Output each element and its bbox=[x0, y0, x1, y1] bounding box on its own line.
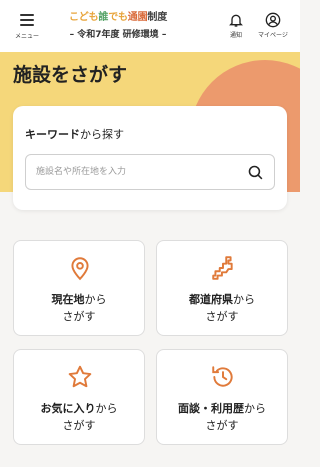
map-region-icon bbox=[212, 256, 233, 280]
page-title: 施設をさがす bbox=[13, 64, 128, 86]
mypage-label: マイページ bbox=[258, 32, 288, 39]
menu-label: メニュー bbox=[14, 33, 39, 40]
logo-text: こども誰でも通園制度 bbox=[68, 12, 168, 23]
search-by-current-location[interactable]: 現在地から さがす bbox=[13, 240, 145, 336]
search-icon[interactable] bbox=[247, 164, 264, 181]
notification-button[interactable]: 通知 bbox=[221, 12, 251, 42]
search-by-favorites[interactable]: お気に入りから さがす bbox=[13, 349, 145, 445]
notify-label: 通知 bbox=[229, 32, 242, 39]
keyword-search-card: キーワードから探す bbox=[13, 106, 287, 210]
environment-subtitle: – 令和7年度 研修環境 – bbox=[69, 30, 167, 40]
search-box[interactable] bbox=[25, 154, 275, 190]
user-circle-icon bbox=[265, 12, 281, 28]
bottom-spacer bbox=[0, 452, 300, 467]
search-input[interactable] bbox=[36, 163, 236, 181]
bell-icon bbox=[229, 14, 243, 27]
search-heading: キーワードから探す bbox=[25, 128, 124, 141]
mypage-button[interactable]: マイページ bbox=[258, 12, 288, 42]
menu-button[interactable]: メニュー bbox=[10, 10, 44, 42]
brand-logo[interactable]: こども誰でも通園制度 – 令和7年度 研修環境 – bbox=[58, 8, 178, 40]
star-icon bbox=[68, 365, 92, 388]
history-icon bbox=[212, 366, 233, 387]
hamburger-icon bbox=[20, 14, 34, 29]
location-pin-icon bbox=[71, 257, 89, 281]
search-by-prefecture[interactable]: 都道府県から さがす bbox=[156, 240, 288, 336]
search-by-history[interactable]: 面談・利用歴から さがす bbox=[156, 349, 288, 445]
app-header: メニュー こども誰でも通園制度 – 令和7年度 研修環境 – 通知 マイページ bbox=[0, 0, 300, 52]
